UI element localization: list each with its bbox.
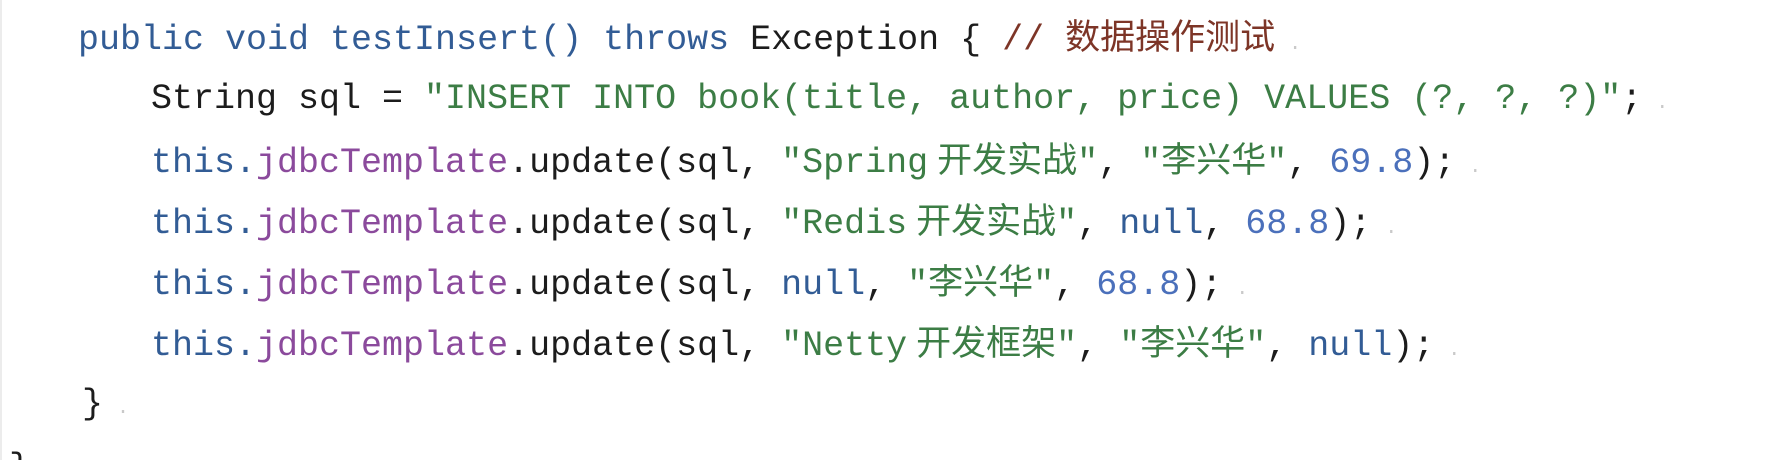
string-literal: "李兴华" xyxy=(1119,326,1267,366)
punctuation: , xyxy=(1287,143,1330,183)
method-call: .update(sql, xyxy=(508,143,782,183)
code-line-3: this. jdbcTemplate .update(sql, "Spring … xyxy=(151,138,1481,188)
punctuation: , xyxy=(1054,265,1097,305)
method-call: .update(sql, xyxy=(508,265,782,305)
punctuation: ); xyxy=(1329,204,1372,244)
string-literal: "INSERT INTO book(title, author, price) … xyxy=(424,79,1622,119)
string-literal: "李兴华" xyxy=(1140,143,1288,183)
method-call: .update(sql, xyxy=(508,204,782,244)
closing-brace: } xyxy=(82,384,104,424)
string-literal: 开发框架" xyxy=(916,326,1078,366)
variable-declaration: String sql = xyxy=(151,79,425,119)
field-name: jdbcTemplate xyxy=(256,265,509,305)
method-call: .update(sql, xyxy=(508,326,782,366)
this-keyword: this. xyxy=(151,143,257,183)
string-literal: "Spring xyxy=(781,143,929,183)
code-line-7: } · xyxy=(82,379,129,429)
string-literal: 开发实战" xyxy=(937,143,1099,183)
field-name: jdbcTemplate xyxy=(256,204,509,244)
end-marker: · xyxy=(1448,343,1461,366)
string-literal: "李兴华" xyxy=(907,265,1055,305)
end-marker: · xyxy=(1385,221,1398,244)
code-block: public void testInsert() throws Exceptio… xyxy=(0,0,1790,460)
number-literal: 69.8 xyxy=(1329,143,1414,183)
null-keyword: null xyxy=(1308,326,1393,366)
null-keyword: null xyxy=(1119,204,1204,244)
this-keyword: this. xyxy=(151,265,257,305)
this-keyword: this. xyxy=(151,204,257,244)
this-keyword: this. xyxy=(151,326,257,366)
end-marker: · xyxy=(117,401,130,424)
end-marker: · xyxy=(1656,96,1669,119)
punctuation: ); xyxy=(1180,265,1223,305)
field-name: jdbcTemplate xyxy=(256,326,509,366)
punctuation: , xyxy=(1077,326,1120,366)
code-line-5: this. jdbcTemplate .update(sql, null , "… xyxy=(151,260,1248,310)
string-literal: "Redis xyxy=(781,204,908,244)
punctuation: ); xyxy=(1413,143,1456,183)
string-literal: "Netty xyxy=(781,326,908,366)
number-literal: 68.8 xyxy=(1245,204,1330,244)
end-marker: · xyxy=(1289,37,1302,60)
code-line-2: String sql = "INSERT INTO book(title, au… xyxy=(151,74,1668,124)
punctuation: ); xyxy=(1392,326,1435,366)
punctuation: , xyxy=(1203,204,1246,244)
number-literal: 68.8 xyxy=(1096,265,1181,305)
punctuation: , xyxy=(1266,326,1309,366)
string-literal: 开发实战" xyxy=(916,204,1078,244)
comment: // 数据操作测试 xyxy=(1002,20,1276,60)
closing-brace-partial: } xyxy=(9,448,30,460)
null-keyword: null xyxy=(781,265,866,305)
punctuation: , xyxy=(1077,204,1120,244)
code-line-6: this. jdbcTemplate .update(sql, "Netty 开… xyxy=(151,321,1460,371)
end-marker: · xyxy=(1236,282,1249,305)
code-line-4: this. jdbcTemplate .update(sql, "Redis 开… xyxy=(151,199,1397,249)
end-marker: · xyxy=(1469,160,1482,183)
field-name: jdbcTemplate xyxy=(256,143,509,183)
punctuation: , xyxy=(1098,143,1141,183)
punctuation: ; xyxy=(1621,79,1643,119)
method-signature-keywords: public void testInsert() throws xyxy=(78,20,730,60)
punctuation: , xyxy=(865,265,908,305)
exception-type: Exception { xyxy=(729,20,1003,60)
code-line-1: public void testInsert() throws Exceptio… xyxy=(78,15,1301,65)
